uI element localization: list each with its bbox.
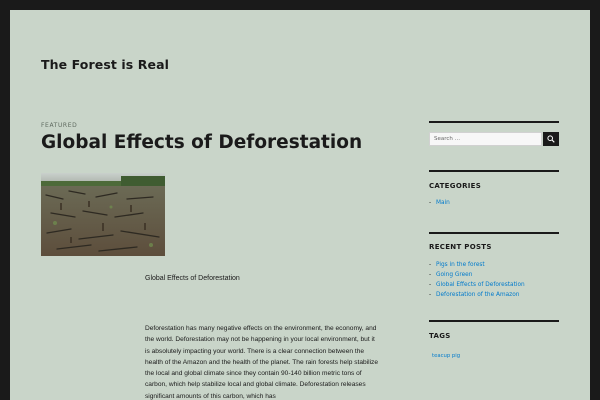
widget-divider bbox=[429, 232, 559, 234]
bullet-dash: - bbox=[429, 271, 432, 278]
post-body: Deforestation has many negative effects … bbox=[145, 323, 380, 400]
post-title[interactable]: Global Effects of Deforestation bbox=[41, 132, 362, 153]
category-item-main[interactable]: - Main bbox=[429, 199, 450, 209]
tag-teacup-pig[interactable]: teacup pig bbox=[432, 353, 460, 359]
deforestation-photo bbox=[41, 173, 165, 256]
bullet-dash: - bbox=[429, 200, 432, 206]
post-paragraph: Deforestation has many negative effects … bbox=[145, 325, 379, 400]
recent-post-link: Deforestation of the Amazon bbox=[436, 291, 520, 298]
search-button[interactable] bbox=[543, 132, 559, 146]
recent-post-item[interactable]: - Going Green bbox=[429, 271, 525, 281]
bullet-dash: - bbox=[429, 262, 432, 268]
bullet-dash: - bbox=[429, 291, 432, 298]
recent-post-link: Pigs in the forest bbox=[436, 262, 485, 268]
categories-title: Categories bbox=[429, 182, 482, 190]
recent-post-item[interactable]: - Deforestation of the Amazon bbox=[429, 291, 525, 301]
image-caption: Global Effects of Deforestation bbox=[145, 275, 240, 282]
widget-divider bbox=[429, 320, 559, 322]
bullet-dash: - bbox=[429, 281, 432, 288]
site-title[interactable]: The Forest is Real bbox=[41, 57, 169, 72]
search-icon bbox=[547, 135, 555, 143]
search-input[interactable]: Search … bbox=[429, 132, 542, 146]
category-label: Main bbox=[436, 200, 450, 206]
recent-post-item[interactable]: - Global Effects of Deforestation bbox=[429, 281, 525, 291]
post-featured-image[interactable] bbox=[41, 173, 165, 256]
tags-title: Tags bbox=[429, 332, 451, 340]
recent-post-item[interactable]: - Pigs in the forest bbox=[429, 261, 525, 271]
recent-posts-list: - Pigs in the forest - Going Green - Global… bbox=[429, 261, 525, 301]
recent-post-link: Global Effects of Deforestation bbox=[436, 281, 525, 288]
widget-divider bbox=[429, 121, 559, 123]
recent-posts-title: Recent Posts bbox=[429, 243, 492, 251]
widget-divider bbox=[429, 170, 559, 172]
featured-label: Featured bbox=[41, 122, 78, 129]
recent-post-link: Going Green bbox=[436, 271, 473, 278]
site-container: The Forest is Real Featured Global Effec… bbox=[10, 10, 590, 400]
categories-list: - Main bbox=[429, 199, 450, 209]
